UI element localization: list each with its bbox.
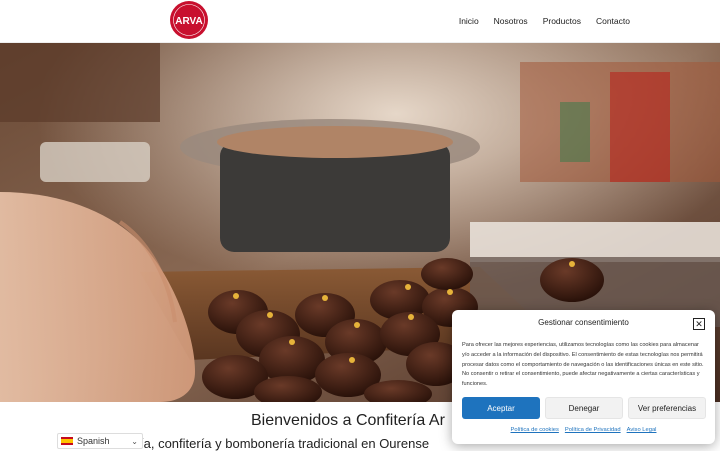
cookie-consent-dialog: Gestionar consentimiento ✕ Para ofrecer … xyxy=(452,310,715,444)
site-header: ARVA Inicio Nosotros Productos Contacto xyxy=(0,0,720,43)
logo-text: ARVA xyxy=(175,16,202,27)
consent-title: Gestionar consentimiento xyxy=(538,318,629,327)
preferences-button[interactable]: Ver preferencias xyxy=(628,397,706,419)
nav-nosotros[interactable]: Nosotros xyxy=(494,16,528,26)
welcome-title: Bienvenidos a Confitería Ar xyxy=(251,412,445,429)
consent-links: Política de cookies Política de Privacid… xyxy=(452,427,715,433)
welcome-subtitle: ía, confitería y bombonería tradicional … xyxy=(140,436,430,451)
consent-body: Para ofrecer las mejores experiencias, u… xyxy=(462,342,704,388)
accept-button[interactable]: Aceptar xyxy=(462,397,540,419)
deny-button[interactable]: Denegar xyxy=(545,397,623,419)
chevron-down-icon: ⌄ xyxy=(131,436,138,446)
main-nav: Inicio Nosotros Productos Contacto xyxy=(459,0,630,42)
nav-productos[interactable]: Productos xyxy=(543,16,581,26)
language-selector[interactable]: Spanish ⌄ xyxy=(57,433,143,449)
language-label: Spanish xyxy=(77,436,110,446)
nav-contacto[interactable]: Contacto xyxy=(596,16,630,26)
nav-inicio[interactable]: Inicio xyxy=(459,16,479,26)
cookie-policy-link[interactable]: Política de cookies xyxy=(511,427,559,433)
legal-notice-link[interactable]: Aviso Legal xyxy=(627,427,657,433)
close-icon[interactable]: ✕ xyxy=(693,318,705,330)
spain-flag-icon xyxy=(61,437,73,445)
privacy-policy-link[interactable]: Política de Privacidad xyxy=(565,427,621,433)
logo[interactable]: ARVA xyxy=(168,0,210,42)
